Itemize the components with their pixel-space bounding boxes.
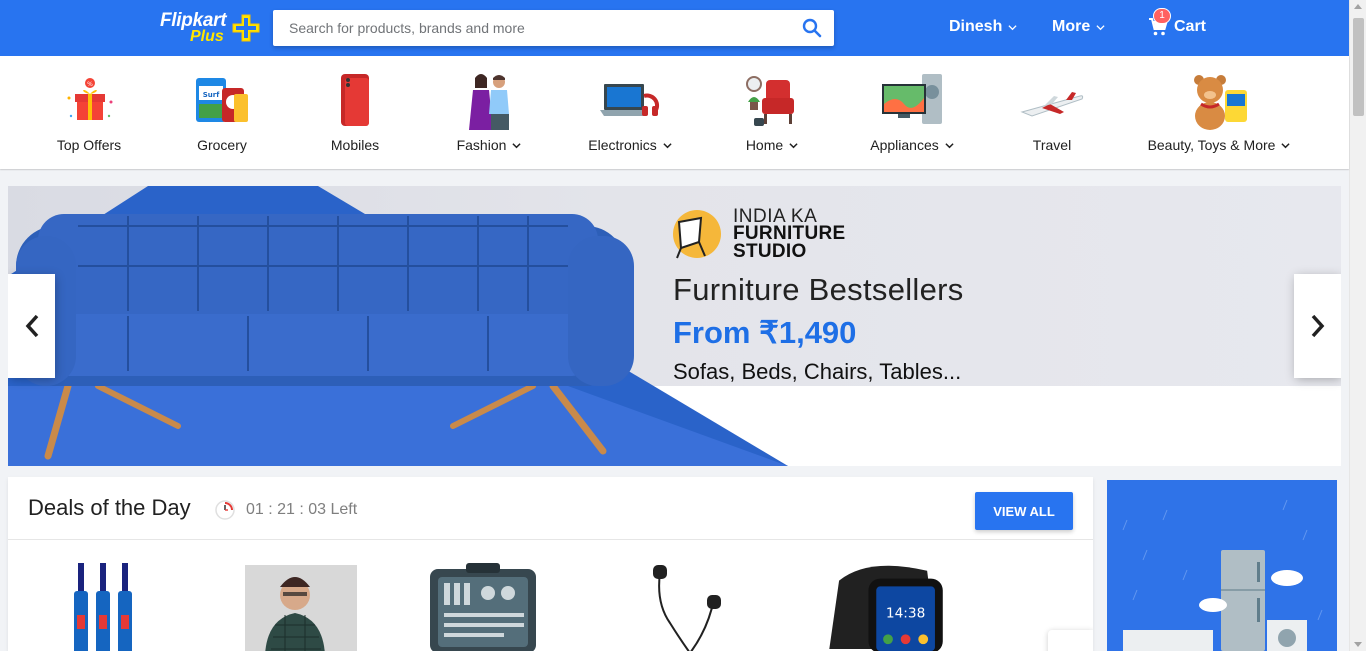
chevron-down-icon bbox=[1096, 24, 1105, 30]
flipkart-plus-logo[interactable]: Flipkart Plus bbox=[160, 10, 262, 46]
furniture-studio-logo-icon bbox=[673, 210, 721, 259]
armchair-icon bbox=[746, 76, 794, 126]
category-top-offers[interactable]: % Top Offers bbox=[46, 56, 132, 169]
scrollbar-thumb[interactable] bbox=[1353, 18, 1364, 116]
top-header: Flipkart Plus Dinesh More Cart 1 bbox=[0, 0, 1349, 56]
scroll-up-arrow-icon[interactable] bbox=[1354, 4, 1362, 9]
category-label: Fashion bbox=[446, 137, 532, 153]
grocery-icon: Surf bbox=[196, 78, 248, 122]
deals-title: Deals of the Day bbox=[28, 495, 191, 520]
mobile-phone-icon bbox=[341, 74, 369, 126]
svg-text:Surf: Surf bbox=[203, 91, 220, 99]
tv-appliance-icon bbox=[882, 74, 942, 124]
chevron-left-icon bbox=[25, 314, 38, 338]
chevron-right-icon bbox=[1311, 314, 1324, 338]
cart-count-badge: 1 bbox=[1153, 8, 1171, 24]
search-icon[interactable] bbox=[802, 18, 822, 38]
category-label: Beauty, Toys & More bbox=[1146, 137, 1292, 153]
category-travel[interactable]: Travel bbox=[1010, 56, 1094, 169]
category-label: Grocery bbox=[197, 137, 247, 153]
teddy-bear-icon bbox=[1194, 75, 1247, 130]
chevron-down-icon bbox=[663, 142, 672, 148]
fashion-icon bbox=[469, 74, 509, 130]
chevron-down-icon bbox=[789, 142, 798, 148]
chevron-down-icon bbox=[512, 142, 522, 148]
logo-plus-word: Plus bbox=[190, 28, 224, 45]
shirt-icon[interactable] bbox=[245, 565, 357, 651]
banner-price: From ₹1,490 bbox=[673, 315, 857, 350]
side-promo-banner[interactable] bbox=[1107, 480, 1337, 651]
more-menu[interactable]: More bbox=[1052, 18, 1105, 36]
deals-next-button[interactable] bbox=[1048, 630, 1093, 651]
page-scrollbar[interactable] bbox=[1349, 0, 1366, 651]
chevron-down-icon bbox=[945, 142, 954, 148]
account-menu[interactable]: Dinesh bbox=[949, 18, 1017, 36]
chevron-down-icon bbox=[1008, 24, 1017, 30]
cricket-bat-icon[interactable] bbox=[70, 563, 140, 651]
studio-line-2: FURNITURE STUDIO bbox=[733, 223, 846, 262]
hero-banner-carousel[interactable]: INDIA KA FURNITURE STUDIO Furniture Best… bbox=[8, 186, 1341, 466]
plus-icon bbox=[232, 14, 260, 42]
smartwatch-icon[interactable]: 14:38 bbox=[818, 561, 958, 651]
category-navigation: % Top Offers Surf Grocery Mobiles Fashio… bbox=[0, 56, 1349, 169]
more-label: More bbox=[1052, 18, 1091, 35]
svg-text:%: % bbox=[87, 81, 93, 88]
category-appliances[interactable]: Appliances bbox=[864, 56, 960, 169]
category-mobiles[interactable]: Mobiles bbox=[312, 56, 398, 169]
toolkit-icon[interactable] bbox=[428, 563, 538, 651]
chevron-down-icon bbox=[1281, 142, 1291, 148]
banner-subtitle: Sofas, Beds, Chairs, Tables... bbox=[673, 359, 962, 384]
deal-countdown-timer: 01 : 21 : 03 Left bbox=[246, 501, 358, 518]
category-beauty-toys[interactable]: Beauty, Toys & More bbox=[1146, 56, 1292, 169]
view-all-button[interactable]: VIEW ALL bbox=[975, 492, 1073, 530]
category-label: Home bbox=[730, 137, 814, 153]
category-electronics[interactable]: Electronics bbox=[582, 56, 678, 169]
category-grocery[interactable]: Surf Grocery bbox=[178, 56, 266, 169]
account-name: Dinesh bbox=[949, 18, 1003, 35]
watch-time: 14:38 bbox=[886, 606, 925, 622]
deals-of-the-day-section: Deals of the Day 01 : 21 : 03 Left VIEW … bbox=[8, 477, 1093, 651]
timer-clock-icon bbox=[215, 500, 235, 520]
cart-label: Cart bbox=[1174, 18, 1207, 35]
search-input[interactable] bbox=[273, 10, 793, 46]
banner-title: Furniture Bestsellers bbox=[673, 272, 964, 307]
search-bar bbox=[273, 10, 834, 46]
category-label: Top Offers bbox=[56, 137, 122, 153]
laptop-icon bbox=[600, 84, 660, 116]
category-fashion[interactable]: Fashion bbox=[446, 56, 532, 169]
category-label: Travel bbox=[1032, 137, 1072, 153]
banner-next-button[interactable] bbox=[1294, 274, 1341, 378]
banner-prev-button[interactable] bbox=[8, 274, 55, 378]
category-label: Mobiles bbox=[330, 137, 380, 153]
deals-header: Deals of the Day 01 : 21 : 03 Left VIEW … bbox=[8, 477, 1093, 540]
category-home[interactable]: Home bbox=[730, 56, 814, 169]
category-label: Electronics bbox=[582, 137, 678, 153]
appliance-ad-icon bbox=[1107, 480, 1337, 651]
category-label: Appliances bbox=[864, 137, 960, 153]
airplane-icon bbox=[1020, 92, 1084, 117]
gift-box-icon: % bbox=[67, 78, 113, 120]
scroll-down-arrow-icon[interactable] bbox=[1354, 642, 1362, 647]
earphones-icon[interactable] bbox=[638, 563, 738, 651]
